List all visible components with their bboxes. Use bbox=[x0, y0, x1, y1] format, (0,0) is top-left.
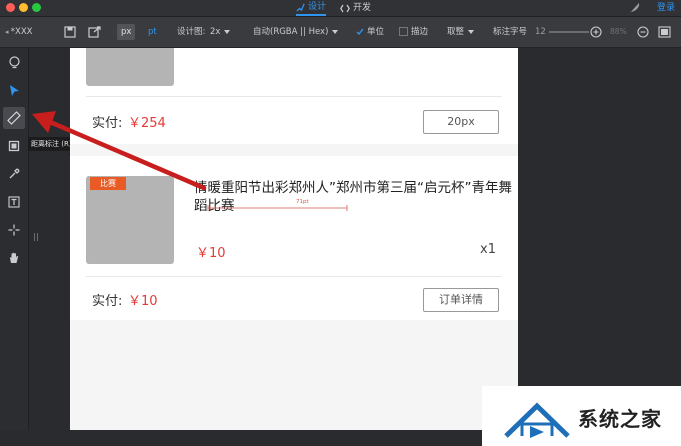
tab-design-label: 设计 bbox=[308, 2, 327, 12]
zoom-out-icon[interactable] bbox=[637, 26, 649, 38]
maximize-window-button[interactable] bbox=[32, 3, 41, 12]
tool-hint[interactable] bbox=[3, 51, 25, 73]
house-logo-icon bbox=[504, 402, 570, 438]
annotation-arrow bbox=[32, 111, 207, 191]
stroke-checkbox[interactable]: 描边 bbox=[399, 17, 428, 47]
tool-hand[interactable] bbox=[3, 247, 25, 269]
checkmark-icon bbox=[356, 28, 364, 35]
product-thumbnail bbox=[86, 48, 174, 86]
title-bar: 设计 开发 登录 bbox=[0, 0, 681, 17]
feather-icon[interactable] bbox=[627, 1, 641, 15]
item-price: ￥10 bbox=[196, 246, 226, 261]
color-mode-value: 自动(RGBA || Hex) bbox=[253, 27, 329, 37]
panel-resize-handle[interactable] bbox=[33, 232, 39, 242]
design-scale-value: 2x bbox=[210, 27, 221, 37]
tool-crosshair[interactable] bbox=[3, 219, 25, 241]
pointer-icon bbox=[10, 84, 19, 96]
unit-checkbox[interactable]: 单位 bbox=[356, 17, 384, 47]
color-mode-select[interactable]: 自动(RGBA || Hex) bbox=[253, 17, 339, 47]
size-input[interactable]: 20px bbox=[423, 110, 499, 134]
measure-mode-select[interactable]: 取整 bbox=[447, 17, 475, 47]
item-quantity: x1 bbox=[480, 242, 496, 257]
zoom-value: 88% bbox=[610, 27, 627, 36]
font-size-slider[interactable] bbox=[549, 31, 589, 33]
divider bbox=[86, 276, 502, 277]
design-page: 实付: ￥254 20px 实付: ￥10 订单详情 ￥10 x1 bbox=[70, 48, 518, 433]
file-selector[interactable]: ◂ *XXX bbox=[5, 17, 32, 47]
tab-develop[interactable]: 开发 bbox=[340, 0, 371, 16]
file-name: *XXX bbox=[10, 27, 33, 37]
paid-amount: ￥10 bbox=[128, 294, 158, 309]
watermark-text: 系统之家 bbox=[578, 407, 662, 431]
fit-screen-icon[interactable] bbox=[658, 26, 671, 38]
login-link[interactable]: 登录 bbox=[657, 0, 675, 16]
code-icon bbox=[340, 4, 350, 12]
tool-select[interactable] bbox=[3, 79, 25, 101]
unit-check-label: 单位 bbox=[367, 27, 385, 37]
distance-measure-label: 71pt bbox=[296, 199, 309, 205]
chevron-down-icon bbox=[332, 29, 339, 34]
tab-design[interactable]: 设计 bbox=[296, 0, 327, 16]
mode-tabs: 设计 开发 bbox=[296, 0, 371, 16]
font-size-value: 12 bbox=[535, 27, 546, 37]
lightbulb-icon bbox=[8, 55, 20, 68]
paid-label: 实付: bbox=[92, 294, 123, 309]
divider bbox=[86, 96, 502, 97]
minimize-window-button[interactable] bbox=[19, 3, 28, 12]
close-window-button[interactable] bbox=[6, 3, 15, 12]
hand-icon bbox=[10, 252, 19, 263]
eyedropper-icon bbox=[9, 168, 20, 179]
design-icon bbox=[296, 3, 305, 12]
distance-measure-line bbox=[207, 205, 348, 211]
tab-develop-label: 开发 bbox=[353, 3, 372, 13]
text-icon bbox=[8, 196, 20, 208]
ruler-icon bbox=[7, 111, 21, 125]
chevron-down-icon bbox=[468, 29, 475, 34]
export-icon[interactable] bbox=[88, 26, 101, 38]
unit-px-button[interactable]: px bbox=[117, 24, 136, 40]
crosshair-icon bbox=[8, 224, 20, 236]
unit-pt-button[interactable]: pt bbox=[144, 24, 161, 40]
stroke-check-label: 描边 bbox=[411, 27, 429, 37]
checkbox-box bbox=[399, 27, 408, 36]
order-details-button[interactable]: 订单详情 bbox=[423, 288, 499, 312]
square-icon bbox=[8, 140, 20, 152]
font-size-label: 标注字号 bbox=[493, 27, 528, 37]
measure-mode-value: 取整 bbox=[447, 27, 465, 37]
save-icon[interactable] bbox=[64, 26, 76, 38]
chevron-down-icon bbox=[224, 29, 231, 34]
toolbar: ◂ *XXX px pt 设计图: 2x 自动(RGBA || Hex) 单位 … bbox=[0, 17, 681, 48]
design-scale-select[interactable]: 2x bbox=[210, 17, 231, 47]
zoom-in-icon[interactable] bbox=[590, 26, 602, 38]
design-scale-label: 设计图: bbox=[177, 27, 206, 37]
